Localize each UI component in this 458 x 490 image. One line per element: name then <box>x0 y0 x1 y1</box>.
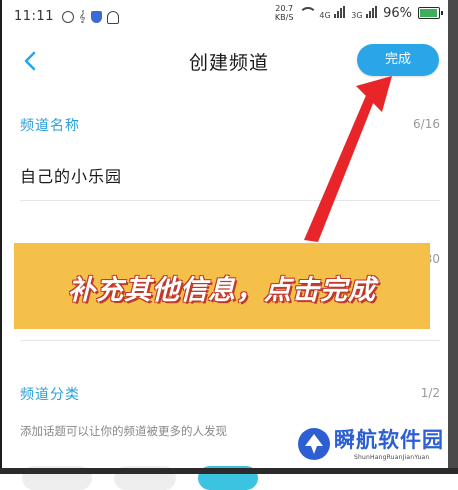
alarm-icon <box>62 11 74 23</box>
channel-category-hint: 添加话题可以让你的频道被更多的人发现 <box>20 424 227 438</box>
status-time: 11:11 <box>14 9 54 24</box>
status-right: 20.7 KB/S 4G 3G 96% <box>275 4 443 22</box>
status-notification-icons: 𝄞 <box>62 10 119 24</box>
mute-icon: 𝄞 <box>79 10 86 23</box>
watermark-logo-icon <box>298 428 330 460</box>
signal-bars-icon <box>366 6 378 18</box>
signal-bars-icon <box>334 6 346 18</box>
divider <box>20 200 440 201</box>
status-bar: 11:11 𝄞 20.7 KB/S 4G 3G 96% <box>14 4 443 30</box>
channel-name-counter: 6/16 <box>413 117 440 131</box>
net-speed-value: 20.7 <box>275 4 294 13</box>
channel-name-label: 频道名称 <box>20 118 80 134</box>
channel-category-label: 频道分类 <box>20 387 80 403</box>
net-speed: 20.7 KB/S <box>275 4 294 22</box>
shield-icon <box>90 11 102 23</box>
divider <box>20 340 440 341</box>
instruction-banner-text: 补充其他信息，点击完成 <box>68 275 376 306</box>
watermark-sub: ShunHangRuanJianYuan <box>354 454 430 461</box>
watermark: 瞬航软件园 ShunHangRuanJianYuan <box>296 420 446 470</box>
signal-2-label: 3G <box>351 11 363 20</box>
signal-2: 3G <box>351 6 378 20</box>
battery-percent: 96% <box>383 5 412 21</box>
qq-icon <box>106 10 119 24</box>
channel-category-counter: 1/2 <box>420 386 440 400</box>
wifi-icon <box>299 7 318 19</box>
signal-1: 4G <box>319 6 346 20</box>
net-speed-unit: KB/S <box>274 13 294 22</box>
battery-icon <box>418 7 443 19</box>
channel-name-input[interactable]: 自己的小乐园 <box>20 163 122 187</box>
screen-frame-bottom <box>0 468 458 474</box>
watermark-name: 瞬航软件园 <box>334 428 444 452</box>
done-button[interactable]: 完成 <box>357 44 439 76</box>
signal-1-label: 4G <box>319 11 331 20</box>
instruction-banner: 补充其他信息，点击完成 <box>14 243 430 329</box>
